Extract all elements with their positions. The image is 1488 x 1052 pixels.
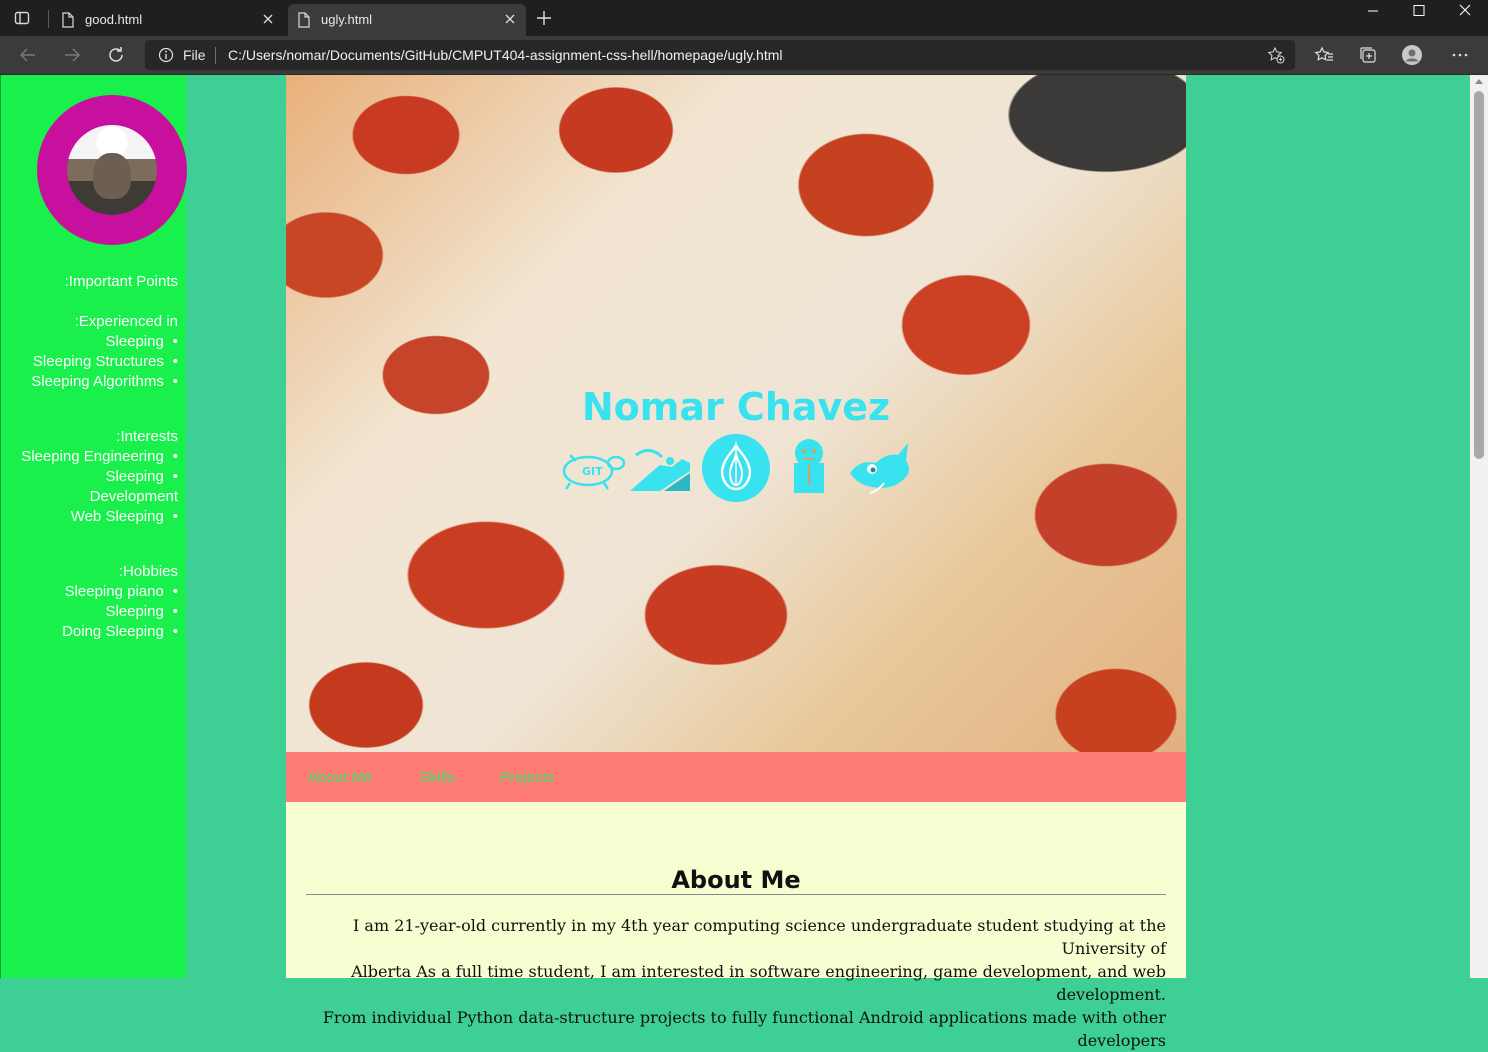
- tab-divider: [48, 10, 49, 28]
- url-text[interactable]: C:/Users/nomar/Documents/GitHub/CMPUT404…: [228, 47, 783, 63]
- list-item: Sleeping Engineering •: [21, 448, 178, 465]
- sidebar-heading-interests: :Interests: [116, 428, 178, 445]
- page-title: Nomar Chavez: [581, 385, 891, 430]
- scheme-label: File: [183, 47, 206, 63]
- vertical-scrollbar[interactable]: [1470, 75, 1488, 978]
- avatar-ring: [37, 95, 187, 245]
- sidebar-heading-experienced: :Experienced in: [74, 313, 178, 330]
- navbar: About Me Skills Projects: [286, 752, 1186, 802]
- tab-title: good.html: [85, 12, 143, 27]
- main-column: Nomar Chavez GIT About Me Skills Project…: [286, 75, 1186, 1050]
- gimp-icon[interactable]: [844, 433, 914, 503]
- pizza-banner: Nomar Chavez GIT: [286, 75, 1186, 752]
- back-arrow-icon[interactable]: [18, 45, 38, 65]
- list-item: Sleeping piano •: [64, 583, 178, 600]
- minimize-icon[interactable]: [1350, 0, 1396, 22]
- new-tab-icon[interactable]: [536, 10, 552, 26]
- sidebar-heading-important-points: :Important Points: [64, 273, 178, 290]
- close-icon[interactable]: [502, 11, 518, 27]
- more-options-icon[interactable]: [1450, 45, 1470, 65]
- window-close-icon[interactable]: [1442, 0, 1488, 22]
- sidebar-list-hobbies: Sleeping piano • Sleeping • Doing Sleepi…: [3, 582, 178, 642]
- svg-text:GIT: GIT: [582, 465, 603, 478]
- nav-link-about-me[interactable]: About Me: [308, 769, 372, 786]
- scrollbar-thumb[interactable]: [1474, 91, 1484, 459]
- browser-titlebar: good.html ugly.html: [0, 0, 1488, 36]
- scroll-up-arrow-icon[interactable]: [1475, 78, 1483, 84]
- about-paragraph: I am 21-year-old currently in my 4th yea…: [306, 914, 1166, 1052]
- address-separator: [215, 47, 216, 64]
- list-item: Doing Sleeping •: [62, 623, 178, 640]
- add-favorite-icon[interactable]: [1267, 46, 1285, 64]
- info-icon[interactable]: [158, 47, 174, 63]
- list-item: Sleeping •: [105, 333, 178, 350]
- list-item: Sleeping Structures •: [32, 353, 178, 370]
- nav-link-skills[interactable]: Skills: [420, 769, 455, 786]
- browser-toolbar: File C:/Users/nomar/Documents/GitHub/CMP…: [0, 36, 1488, 75]
- jenkins-icon[interactable]: [774, 433, 844, 503]
- nav-link-projects[interactable]: Projects: [500, 769, 554, 786]
- section-divider: [306, 894, 1166, 895]
- page-icon: [62, 12, 74, 28]
- sidebar-heading-hobbies: :Hobbies: [118, 563, 178, 580]
- list-item: Sleeping •: [105, 468, 178, 485]
- list-item: Sleeping Algorithms •: [31, 373, 178, 390]
- profile-avatar-icon[interactable]: [1402, 45, 1422, 65]
- maximize-icon[interactable]: [1396, 0, 1442, 22]
- onion-icon[interactable]: [701, 433, 771, 503]
- paragraph-line: Alberta As a full time student, I am int…: [351, 962, 1166, 1004]
- paragraph-line: I am 21-year-old currently in my 4th yea…: [353, 916, 1166, 958]
- page-icon: [298, 12, 310, 28]
- avatar-face: [93, 153, 131, 199]
- list-item: Web Sleeping •: [70, 508, 178, 525]
- tab-good-html[interactable]: good.html: [52, 4, 284, 36]
- tab-actions-icon[interactable]: [14, 10, 30, 26]
- paragraph-line: From individual Python data-structure pr…: [322, 1008, 1166, 1050]
- scratch-cat-icon[interactable]: [626, 433, 696, 503]
- close-icon[interactable]: [260, 11, 276, 27]
- collections-icon[interactable]: [1358, 45, 1378, 65]
- address-bar[interactable]: File C:/Users/nomar/Documents/GitHub/CMP…: [145, 40, 1295, 70]
- reload-icon[interactable]: [106, 45, 126, 65]
- avatar: [67, 125, 157, 215]
- sidebar-list-experienced: Sleeping • Sleeping Structures • Sleepin…: [3, 332, 178, 392]
- tab-title: ugly.html: [321, 12, 373, 27]
- tab-ugly-html[interactable]: ugly.html: [288, 4, 526, 36]
- forward-arrow-icon[interactable]: [62, 45, 82, 65]
- about-section: About Me I am 21-year-old currently in m…: [286, 802, 1186, 1050]
- sidebar-list-interests: Sleeping Engineering • Sleeping • Develo…: [3, 447, 178, 527]
- list-item: Sleeping •: [105, 603, 178, 620]
- list-item: Development: [89, 488, 178, 505]
- favorites-icon[interactable]: [1314, 45, 1334, 65]
- section-title: About Me: [671, 865, 801, 894]
- git-icon[interactable]: GIT: [556, 433, 626, 503]
- tool-icons: GIT: [556, 433, 916, 503]
- sidebar: :Important Points :Experienced in Sleepi…: [0, 75, 187, 978]
